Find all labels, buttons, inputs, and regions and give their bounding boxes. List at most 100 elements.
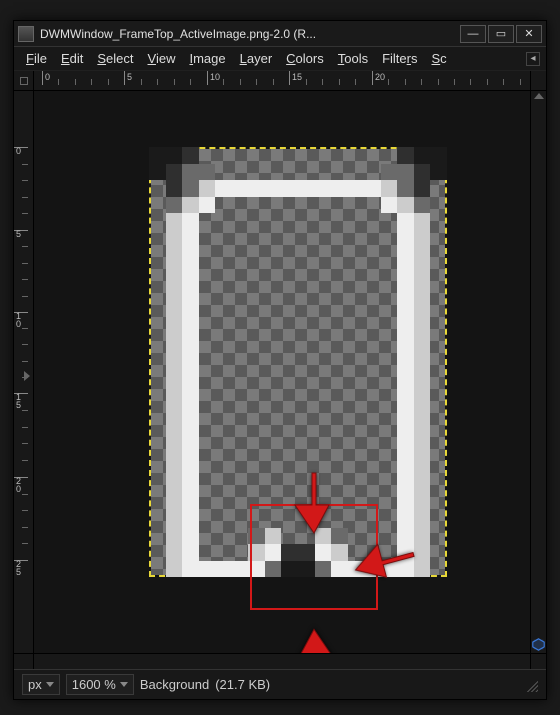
image-pixel (182, 313, 199, 330)
ruler-horizontal[interactable]: 05101520 (34, 71, 530, 90)
image-pixel (182, 445, 199, 462)
image-pixel (166, 412, 183, 429)
image-pixel (397, 379, 414, 396)
image-pixel (397, 428, 414, 445)
close-icon: ✕ (524, 27, 533, 40)
ruler-v-label: 20 (16, 477, 21, 493)
file-size-label: (21.7 KB) (215, 677, 270, 692)
image-pixel (182, 412, 199, 429)
image-pixel (414, 263, 431, 280)
image-pixel (397, 180, 414, 197)
canvas[interactable] (34, 91, 530, 653)
image-pixel (397, 164, 414, 181)
zoom-caret-icon[interactable] (534, 93, 544, 99)
window-controls: — ▭ ✕ (460, 25, 542, 43)
image-pixel (166, 445, 183, 462)
image-pixel (414, 147, 431, 164)
minimize-button[interactable]: — (460, 25, 486, 43)
ruler-vertical[interactable]: 0510152025 (14, 91, 34, 653)
image-pixel (397, 197, 414, 214)
image-pixel (364, 180, 381, 197)
menu-image[interactable]: Image (183, 49, 231, 68)
image-pixel (397, 329, 414, 346)
ruler-h-label: 0 (45, 72, 50, 82)
canvas-content (34, 91, 530, 653)
image-pixel (397, 147, 414, 164)
status-bar: px 1600 % Background (21.7 KB) (14, 669, 546, 699)
image-pixel (397, 412, 414, 429)
image-pixel (397, 213, 414, 230)
image-pixel (414, 511, 431, 528)
image-pixel (298, 180, 315, 197)
image-pixel (265, 180, 282, 197)
image-pixel (182, 246, 199, 263)
image-pixel (348, 180, 365, 197)
image-pixel (182, 462, 199, 479)
image-pixel (166, 279, 183, 296)
image-pixel (397, 346, 414, 363)
image-pixel (414, 478, 431, 495)
resize-grip-icon[interactable] (524, 678, 538, 692)
units-combo[interactable]: px (22, 674, 60, 695)
image-pixel (166, 329, 183, 346)
menu-select[interactable]: Select (91, 49, 139, 68)
image-pixel (397, 495, 414, 512)
image-pixel (166, 197, 183, 214)
image-pixel (414, 329, 431, 346)
ruler-h-label: 10 (210, 72, 220, 82)
navigation-preview-icon[interactable] (532, 638, 545, 651)
close-button[interactable]: ✕ (516, 25, 542, 43)
title-bar[interactable]: DWMWindow_FrameTop_ActiveImage.png-2.0 (… (14, 21, 546, 47)
image-pixel (182, 279, 199, 296)
zoom-combo[interactable]: 1600 % (66, 674, 134, 695)
image-pixel (182, 495, 199, 512)
annotation-arrow-icon (292, 627, 336, 653)
menu-file[interactable]: File (20, 49, 53, 68)
menu-tools[interactable]: Tools (332, 49, 374, 68)
menu-filters[interactable]: Filters (376, 49, 423, 68)
menu-colors[interactable]: Colors (280, 49, 330, 68)
menu-view[interactable]: View (142, 49, 182, 68)
image-pixel (232, 561, 249, 578)
menu-overflow-button[interactable]: ◂ (526, 52, 540, 66)
image-pixel (397, 279, 414, 296)
image-pixel (414, 246, 431, 263)
image-pixel (414, 279, 431, 296)
hscroll-area[interactable] (14, 653, 546, 669)
ruler-corner-bottom[interactable] (14, 654, 34, 669)
image-pixel (182, 213, 199, 230)
ruler-corner-toggle[interactable] (14, 71, 34, 91)
image-pixel (166, 379, 183, 396)
annotation-arrow-icon (292, 471, 336, 535)
hscroll-end (530, 654, 546, 669)
menu-more-trunc[interactable]: Sc (426, 49, 453, 68)
dropdown-caret-icon (46, 682, 54, 687)
image-pixel (166, 428, 183, 445)
menu-layer[interactable]: Layer (234, 49, 279, 68)
image-pixel (182, 395, 199, 412)
image-pixel (199, 180, 216, 197)
dropdown-caret-icon (120, 682, 128, 687)
image-pixel (182, 544, 199, 561)
image-pixel (182, 180, 199, 197)
image-pixel (414, 197, 431, 214)
image-pixel (397, 462, 414, 479)
image-pixel (166, 313, 183, 330)
hscroll-track[interactable] (34, 654, 530, 669)
image-pixel (182, 511, 199, 528)
image-pixel (414, 428, 431, 445)
image-pixel (199, 197, 216, 214)
image-pixel (414, 296, 431, 313)
image-pixel (397, 296, 414, 313)
image-pixel (182, 561, 199, 578)
maximize-button[interactable]: ▭ (488, 25, 514, 43)
window-title: DWMWindow_FrameTop_ActiveImage.png-2.0 (… (40, 27, 460, 41)
image-pixel (166, 495, 183, 512)
image-pixel (315, 180, 332, 197)
ruler-v-label: 15 (16, 393, 21, 409)
menu-edit[interactable]: Edit (55, 49, 89, 68)
ruler-row: 05101520 (14, 71, 546, 91)
image-pixel (166, 213, 183, 230)
image-pixel (397, 511, 414, 528)
status-right (524, 678, 538, 692)
